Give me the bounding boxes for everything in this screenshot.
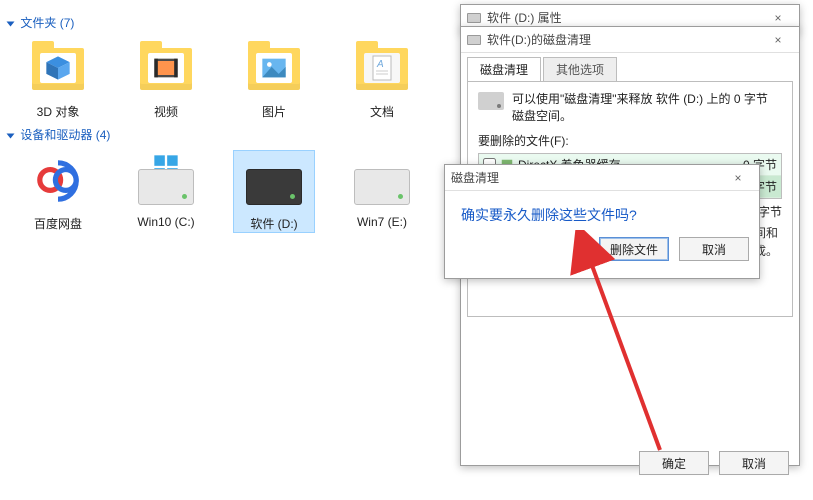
picture-icon xyxy=(256,53,292,83)
drive-icon xyxy=(478,92,504,110)
titlebar[interactable]: 软件(D:)的磁盘清理 × xyxy=(461,27,799,53)
window-title: 软件 (D:) 属性 xyxy=(487,9,562,26)
confirm-dialog: 磁盘清理 × 确实要永久删除这些文件吗? 删除文件 取消 xyxy=(444,164,760,279)
section-folders-label: 文件夹 xyxy=(20,16,56,30)
svg-text:A: A xyxy=(376,59,384,70)
ok-button[interactable]: 确定 xyxy=(639,451,709,475)
tab-other-options[interactable]: 其他选项 xyxy=(543,57,617,81)
drive-baidu[interactable]: 百度网盘 xyxy=(18,151,98,232)
section-folders-count: (7) xyxy=(60,16,75,30)
folder-label: 图片 xyxy=(234,103,314,120)
drive-icon xyxy=(467,35,481,45)
titlebar[interactable]: 磁盘清理 × xyxy=(445,165,759,191)
baidu-icon xyxy=(28,151,88,211)
drive-c[interactable]: Win10 (C:) xyxy=(126,151,206,232)
folder-label: 文档 xyxy=(342,103,422,120)
drive-label: Win10 (C:) xyxy=(126,215,206,229)
drive-label: 百度网盘 xyxy=(18,215,98,232)
drive-label: Win7 (E:) xyxy=(342,215,422,229)
section-drives-label: 设备和驱动器 xyxy=(20,128,92,142)
cube-icon xyxy=(40,53,76,83)
drive-icon xyxy=(354,169,410,205)
dialog-buttons: 删除文件 取消 xyxy=(445,233,759,269)
cleanup-hint: 可以使用"磁盘清理"来释放 软件 (D:) 上的 0 字节 磁盘空间。 xyxy=(512,90,782,124)
confirm-question: 确实要永久删除这些文件吗? xyxy=(461,205,743,225)
close-button[interactable]: × xyxy=(763,33,793,47)
document-icon: A xyxy=(364,53,400,83)
chevron-down-icon xyxy=(7,21,15,26)
close-button[interactable]: × xyxy=(723,171,753,185)
section-drives-count: (4) xyxy=(96,128,111,142)
dialog-buttons: 确定 取消 xyxy=(461,443,799,483)
tab-cleanup[interactable]: 磁盘清理 xyxy=(467,57,541,81)
cancel-button[interactable]: 取消 xyxy=(719,451,789,475)
window-title: 软件(D:)的磁盘清理 xyxy=(487,31,591,48)
files-to-delete-label: 要删除的文件(F): xyxy=(478,132,782,149)
film-icon xyxy=(148,53,184,83)
folder-label: 3D 对象 xyxy=(18,103,98,120)
drive-icon xyxy=(138,169,194,205)
dialog-title: 磁盘清理 xyxy=(451,169,499,186)
folder-videos[interactable]: 视频 xyxy=(126,39,206,120)
folder-label: 视频 xyxy=(126,103,206,120)
drive-e[interactable]: Win7 (E:) xyxy=(342,151,422,232)
tabs: 磁盘清理 其他选项 xyxy=(461,53,799,81)
cancel-button[interactable]: 取消 xyxy=(679,237,749,261)
chevron-down-icon xyxy=(7,133,15,138)
drive-d[interactable]: 软件 (D:) xyxy=(234,151,314,232)
delete-files-button[interactable]: 删除文件 xyxy=(599,237,669,261)
drive-icon xyxy=(467,13,481,23)
folder-documents[interactable]: A 文档 xyxy=(342,39,422,120)
folder-pictures[interactable]: 图片 xyxy=(234,39,314,120)
drive-label: 软件 (D:) xyxy=(234,215,314,232)
close-button[interactable]: × xyxy=(763,11,793,25)
folder-3d-objects[interactable]: 3D 对象 xyxy=(18,39,98,120)
drive-icon xyxy=(246,169,302,205)
